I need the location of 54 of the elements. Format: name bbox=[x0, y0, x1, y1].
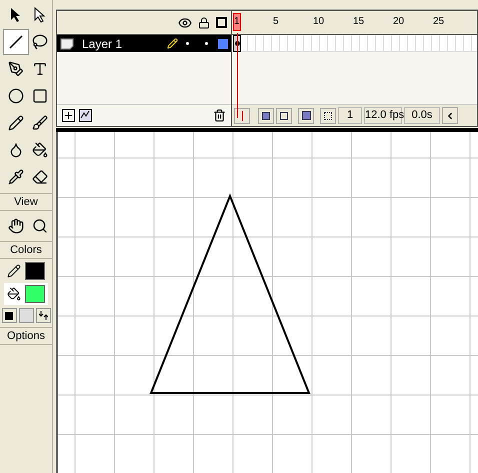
default-colors-button[interactable] bbox=[2, 308, 16, 323]
stroke-pencil-icon bbox=[7, 264, 21, 278]
lasso-icon bbox=[32, 34, 48, 50]
hollow-arrow-icon bbox=[34, 7, 46, 23]
line-icon bbox=[8, 34, 24, 50]
section-label: View bbox=[0, 193, 52, 211]
fill-bucket-icon bbox=[7, 287, 21, 301]
onion-skin-button[interactable] bbox=[258, 108, 274, 124]
hand-icon bbox=[8, 218, 24, 234]
onion-markers-button[interactable] bbox=[320, 108, 336, 124]
pencil-icon bbox=[8, 115, 24, 131]
no-color-button[interactable] bbox=[18, 308, 34, 323]
frame-number: 15 bbox=[353, 16, 364, 28]
edit-multiple-frames-button[interactable] bbox=[298, 108, 314, 124]
pencil-icon bbox=[167, 38, 178, 49]
text-icon bbox=[32, 61, 48, 77]
ink-bottle-icon bbox=[8, 142, 24, 158]
add-guide-layer-icon[interactable] bbox=[79, 109, 92, 122]
add-layer-icon[interactable] bbox=[62, 109, 75, 122]
swap-colors-button[interactable] bbox=[36, 308, 50, 323]
frame-rate-field: 12.0 fps bbox=[364, 107, 402, 124]
current-frame-field: 1 bbox=[338, 107, 362, 124]
section-label: Options bbox=[0, 327, 52, 345]
tool-button[interactable] bbox=[3, 29, 29, 55]
brush-icon bbox=[32, 115, 48, 131]
layer-name: Layer 1 bbox=[82, 36, 124, 52]
eraser-icon bbox=[32, 169, 48, 185]
layer-icon bbox=[60, 38, 74, 50]
frame-number: 1 bbox=[234, 16, 240, 28]
frame-number: 10 bbox=[313, 16, 324, 28]
arrow-icon bbox=[10, 7, 22, 23]
playhead[interactable] bbox=[233, 13, 241, 31]
center-frame-button[interactable] bbox=[234, 108, 250, 124]
eye-icon[interactable] bbox=[178, 16, 192, 30]
pen-icon bbox=[8, 61, 24, 77]
swap-arrows-icon bbox=[38, 310, 48, 321]
onion-outline-button[interactable] bbox=[276, 108, 292, 124]
frame-number: 20 bbox=[393, 16, 404, 28]
frame-number: 5 bbox=[273, 16, 279, 28]
fill-color-control[interactable] bbox=[4, 283, 48, 305]
outline-icon[interactable] bbox=[216, 17, 227, 28]
circle-icon bbox=[8, 88, 24, 104]
paint-bucket-icon bbox=[32, 142, 48, 158]
layer-row[interactable]: Layer 1 bbox=[57, 35, 231, 52]
trash-icon[interactable] bbox=[213, 109, 226, 122]
elapsed-time-field: 0.0s bbox=[404, 107, 440, 124]
zoom-icon bbox=[32, 218, 48, 234]
eyedropper-icon bbox=[8, 169, 24, 185]
section-label: Colors bbox=[0, 241, 52, 259]
frame-number: 25 bbox=[433, 16, 444, 28]
stroke-color-swatch[interactable] bbox=[25, 262, 45, 280]
square-icon bbox=[32, 88, 48, 104]
scroll-left-button[interactable] bbox=[442, 107, 458, 124]
lock-icon[interactable] bbox=[198, 16, 210, 28]
